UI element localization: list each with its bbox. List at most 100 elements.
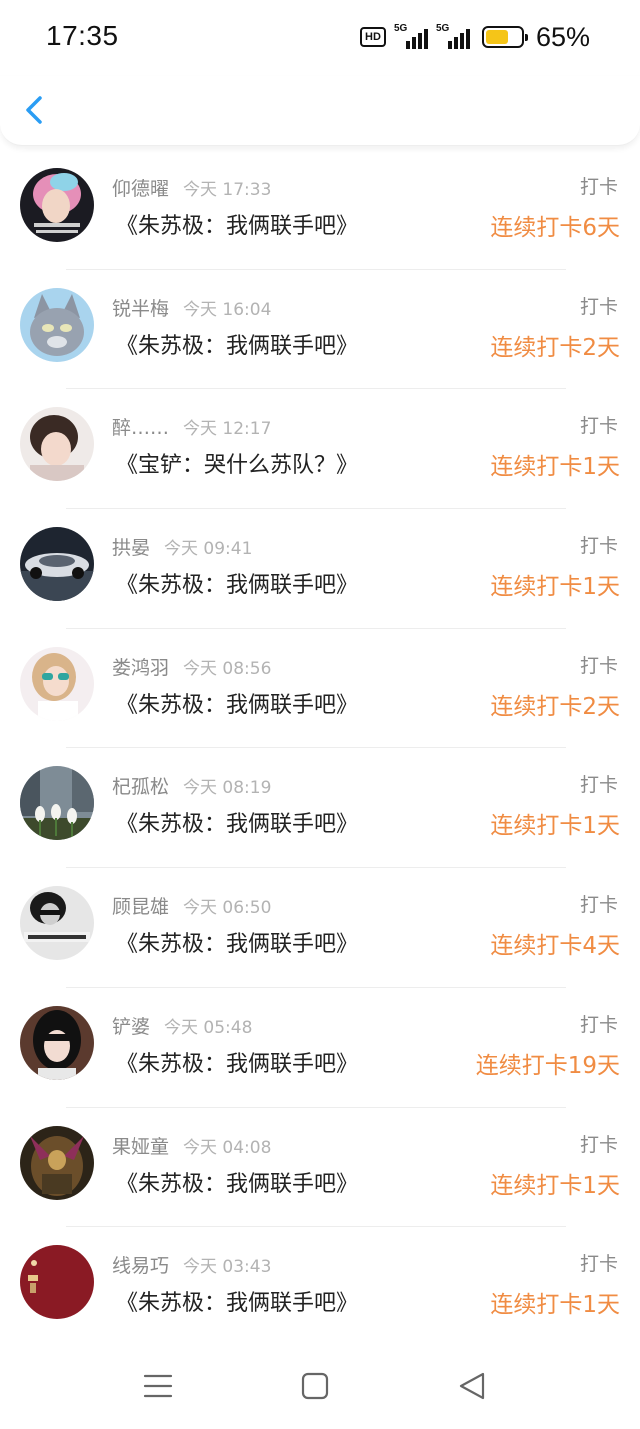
book-title[interactable]: 《朱苏极：我俩联手吧》 xyxy=(116,1046,358,1078)
book-title[interactable]: 《朱苏极：我俩联手吧》 xyxy=(116,926,358,958)
header-bar xyxy=(0,76,640,146)
avatar[interactable] xyxy=(20,287,94,362)
book-title[interactable]: 《朱苏极：我俩联手吧》 xyxy=(116,687,358,719)
list-item[interactable]: 娄鸿羽 今天 08:56 《朱苏极：我俩联手吧》 打卡 连续打卡2天 xyxy=(0,629,640,749)
home-button[interactable] xyxy=(298,1369,332,1403)
list-item[interactable]: 醉…… 今天 12:17 《宝铲：哭什么苏队？》 打卡 连续打卡1天 xyxy=(0,389,640,510)
entry-name: 娄鸿羽 今天 08:56 xyxy=(112,653,271,680)
checkin-time: 今天 08:56 xyxy=(183,658,272,679)
avatar[interactable] xyxy=(20,766,94,841)
checkin-tag: 打卡 xyxy=(579,1013,618,1036)
back-button[interactable] xyxy=(18,90,54,130)
avatar[interactable] xyxy=(20,1245,94,1320)
entry-name: 醉…… 今天 12:17 xyxy=(112,413,271,440)
entry-name: 拱晏 今天 09:41 xyxy=(112,533,252,560)
book-title[interactable]: 《朱苏极：我俩联手吧》 xyxy=(116,208,358,240)
avatar-bw-portrait xyxy=(20,886,94,961)
checkin-tag: 打卡 xyxy=(579,774,618,797)
avatar[interactable] xyxy=(20,168,94,242)
entry-name: 铲婆 今天 05:48 xyxy=(112,1012,252,1039)
entry-name: 顾昆雄 今天 06:50 xyxy=(112,892,271,919)
battery-icon xyxy=(481,26,528,48)
list-item[interactable]: 仰德曜 今天 17:33 《朱苏极：我俩联手吧》 打卡 连续打卡6天 xyxy=(0,150,640,270)
user-name[interactable]: 娄鸿羽 xyxy=(112,657,169,679)
streak-count: 连续打卡1天 xyxy=(490,454,620,481)
book-title[interactable]: 《朱苏极：我俩联手吧》 xyxy=(116,1285,358,1317)
battery-percent: 65% xyxy=(535,21,590,52)
avatar[interactable] xyxy=(20,646,94,721)
user-name[interactable]: 醉…… xyxy=(112,417,169,439)
streak-count: 连续打卡1天 xyxy=(490,1292,620,1319)
streak-count: 连续打卡19天 xyxy=(475,1052,620,1079)
back-nav-button[interactable] xyxy=(455,1369,489,1403)
avatar-woman-sunglasses xyxy=(20,646,94,721)
menu-icon xyxy=(143,1374,173,1398)
checkin-time: 今天 09:41 xyxy=(164,539,253,560)
list-item[interactable]: 拱晏 今天 09:41 《朱苏极：我俩联手吧》 打卡 连续打卡1天 xyxy=(0,509,640,629)
avatar[interactable] xyxy=(20,527,94,602)
system-nav-bar xyxy=(0,1345,640,1429)
checkin-tag: 打卡 xyxy=(579,295,618,318)
checkin-tag: 打卡 xyxy=(579,535,618,558)
avatar[interactable] xyxy=(20,407,94,482)
checkin-time: 今天 04:08 xyxy=(183,1137,272,1158)
streak-count: 连续打卡4天 xyxy=(490,933,620,960)
checkin-time: 今天 05:48 xyxy=(164,1017,253,1038)
streak-count: 连续打卡6天 xyxy=(490,215,620,241)
entry-name: 锐半梅 今天 16:04 xyxy=(112,294,271,321)
hd-icon: HD xyxy=(359,27,386,47)
avatar-dark-hair xyxy=(20,1005,94,1080)
streak-count: 连续打卡2天 xyxy=(490,334,620,361)
avatar[interactable] xyxy=(20,886,94,961)
book-title[interactable]: 《宝铲：哭什么苏队？》 xyxy=(116,447,358,479)
checkin-time: 今天 03:43 xyxy=(183,1257,272,1278)
book-title[interactable]: 《朱苏极：我俩联手吧》 xyxy=(116,567,358,599)
avatar-car xyxy=(20,527,94,602)
avatar-pink-hair xyxy=(20,168,94,242)
signal-5g-icon-2: 5G xyxy=(436,23,470,49)
avatar[interactable] xyxy=(20,1005,94,1080)
list-item[interactable]: 果娅童 今天 04:08 《朱苏极：我俩联手吧》 打卡 连续打卡1天 xyxy=(0,1108,640,1228)
user-name[interactable]: 顾昆雄 xyxy=(112,896,169,918)
list-item[interactable]: 顾昆雄 今天 06:50 《朱苏极：我俩联手吧》 打卡 连续打卡4天 xyxy=(0,868,640,988)
user-name[interactable]: 铲婆 xyxy=(112,1016,150,1038)
streak-count: 连续打卡1天 xyxy=(490,574,620,601)
list-item[interactable]: 锐半梅 今天 16:04 《朱苏极：我俩联手吧》 打卡 连续打卡2天 xyxy=(0,270,640,390)
entry-name: 果娅童 今天 04:08 xyxy=(112,1132,271,1159)
avatar-red xyxy=(20,1245,94,1320)
signal-5g-icon: 5G xyxy=(394,23,428,49)
status-time: 17:35 xyxy=(46,20,119,51)
checkin-tag: 打卡 xyxy=(579,415,618,438)
checkin-time: 今天 08:19 xyxy=(183,778,272,799)
battery-fill xyxy=(485,30,509,44)
checkin-tag: 打卡 xyxy=(579,894,618,917)
user-name[interactable]: 果娅童 xyxy=(112,1136,169,1158)
entry-name: 线易巧 今天 03:43 xyxy=(112,1251,271,1278)
book-title[interactable]: 《朱苏极：我俩联手吧》 xyxy=(116,806,358,838)
avatar-warrior xyxy=(20,1125,94,1200)
user-name[interactable]: 仰德曜 xyxy=(112,178,169,200)
user-name[interactable]: 拱晏 xyxy=(112,537,150,559)
list-item[interactable]: 铲婆 今天 05:48 《朱苏极：我俩联手吧》 打卡 连续打卡19天 xyxy=(0,988,640,1108)
avatar[interactable] xyxy=(20,1125,94,1200)
checkin-time: 今天 12:17 xyxy=(183,419,272,440)
list-item[interactable]: 杞孤松 今天 08:19 《朱苏极：我俩联手吧》 打卡 连续打卡1天 xyxy=(0,748,640,869)
user-name[interactable]: 杞孤松 xyxy=(112,776,169,798)
user-name[interactable]: 锐半梅 xyxy=(112,298,169,320)
checkin-time: 今天 17:33 xyxy=(183,180,272,200)
menu-button[interactable] xyxy=(141,1369,175,1403)
list-item[interactable]: 线易巧 今天 03:43 《朱苏极：我俩联手吧》 打卡 连续打卡1天 xyxy=(0,1227,640,1347)
book-title[interactable]: 《朱苏极：我俩联手吧》 xyxy=(116,1166,358,1198)
checkin-time: 今天 16:04 xyxy=(183,299,272,320)
avatar-tulips xyxy=(20,766,94,841)
entry-name: 仰德曜 今天 17:33 xyxy=(112,174,271,201)
status-icons: HD 5G 5G 65% xyxy=(359,20,590,54)
status-bar: 17:35 HD 5G 5G 65% xyxy=(0,0,640,76)
user-name[interactable]: 线易巧 xyxy=(112,1255,169,1277)
home-square-icon xyxy=(301,1372,329,1400)
streak-count: 连续打卡1天 xyxy=(490,813,620,840)
book-title[interactable]: 《朱苏极：我俩联手吧》 xyxy=(116,328,358,360)
back-triangle-icon xyxy=(459,1372,485,1400)
avatar-girl xyxy=(20,407,94,482)
streak-count: 连续打卡2天 xyxy=(490,693,620,720)
